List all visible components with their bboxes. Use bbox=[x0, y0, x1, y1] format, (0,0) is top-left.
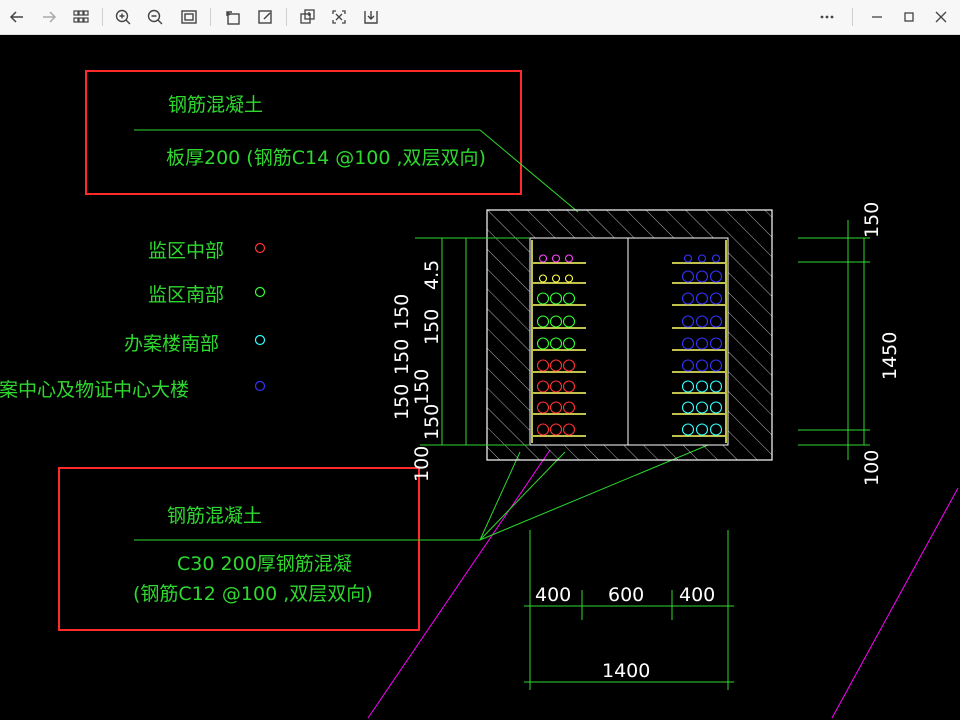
grid-view-icon[interactable] bbox=[68, 4, 94, 30]
dim-label: 600 bbox=[608, 584, 644, 606]
legend-label: 办案楼南部 bbox=[124, 333, 219, 355]
dim-label: 150 bbox=[421, 404, 443, 440]
toolbar-divider bbox=[286, 8, 287, 26]
zoom-in-icon[interactable] bbox=[110, 4, 136, 30]
fullscreen-icon[interactable] bbox=[326, 4, 352, 30]
viewer-toolbar bbox=[0, 0, 960, 35]
leader-line bbox=[479, 129, 579, 213]
dim-label: 150 bbox=[391, 294, 413, 330]
legend-marker-red bbox=[254, 242, 266, 254]
toolbar-divider bbox=[210, 8, 211, 26]
highlight-box-top bbox=[85, 70, 522, 195]
dim-label: 4.5 bbox=[421, 260, 443, 290]
dim-label: 150 bbox=[861, 202, 883, 238]
legend-label: 办案中心及物证中心大楼 bbox=[0, 379, 189, 401]
maximize-icon[interactable] bbox=[896, 4, 922, 30]
leader-line bbox=[479, 451, 521, 541]
right-dimensions: 150 1450 100 bbox=[798, 202, 901, 486]
top-note-title: 钢筋混凝土 bbox=[168, 94, 263, 116]
dim-label: 100 bbox=[861, 450, 883, 486]
cad-drawing-canvas[interactable]: 钢筋混凝土 板厚200 (钢筋C14 @100 ,双层双向) 监区中部 监区南部… bbox=[0, 35, 960, 720]
fit-window-icon[interactable] bbox=[176, 4, 202, 30]
close-icon[interactable] bbox=[928, 4, 954, 30]
leader-line bbox=[479, 451, 566, 541]
minimize-icon[interactable] bbox=[864, 4, 890, 30]
dim-label: 100 bbox=[411, 446, 433, 482]
back-icon[interactable] bbox=[4, 4, 30, 30]
dim-label: 1400 bbox=[602, 660, 650, 682]
legend-label: 监区中部 bbox=[148, 240, 224, 262]
edit-icon[interactable] bbox=[252, 4, 278, 30]
legend-marker-blue bbox=[254, 380, 266, 392]
legend-marker-green bbox=[254, 286, 266, 298]
trench-section bbox=[486, 209, 773, 461]
bottom-note-line2: (钢筋C12 @100 ,双层双向) bbox=[133, 583, 373, 605]
bottom-note-line1: C30 200厚钢筋混凝 bbox=[177, 553, 352, 575]
dim-label: 400 bbox=[679, 584, 715, 606]
magenta-guide-line bbox=[367, 449, 551, 719]
legend-marker-cyan bbox=[254, 334, 266, 346]
bottom-dimensions: 400 600 400 1400 bbox=[524, 530, 734, 690]
top-note-detail: 板厚200 (钢筋C14 @100 ,双层双向) bbox=[166, 147, 486, 169]
magenta-guide-line bbox=[831, 487, 959, 719]
export-icon[interactable] bbox=[294, 4, 320, 30]
highlight-box-bottom bbox=[58, 467, 420, 631]
rotate-icon[interactable] bbox=[220, 4, 246, 30]
forward-icon[interactable] bbox=[36, 4, 62, 30]
dim-label: 150 bbox=[391, 384, 413, 420]
dim-label: 1450 bbox=[879, 332, 901, 380]
dim-label: 150 bbox=[421, 309, 443, 345]
toolbar-divider bbox=[852, 8, 853, 26]
zoom-out-icon[interactable] bbox=[142, 4, 168, 30]
toolbar-divider bbox=[102, 8, 103, 26]
dim-label: 150 bbox=[411, 369, 433, 405]
legend-label: 监区南部 bbox=[148, 284, 224, 306]
download-icon[interactable] bbox=[358, 4, 384, 30]
bottom-note-title: 钢筋混凝土 bbox=[167, 505, 262, 527]
dim-label: 400 bbox=[535, 584, 571, 606]
dim-label: 150 bbox=[391, 339, 413, 375]
more-icon[interactable] bbox=[814, 4, 840, 30]
legend: 监区中部 监区南部 办案楼南部 办案中心及物证中心大楼 bbox=[0, 240, 266, 401]
